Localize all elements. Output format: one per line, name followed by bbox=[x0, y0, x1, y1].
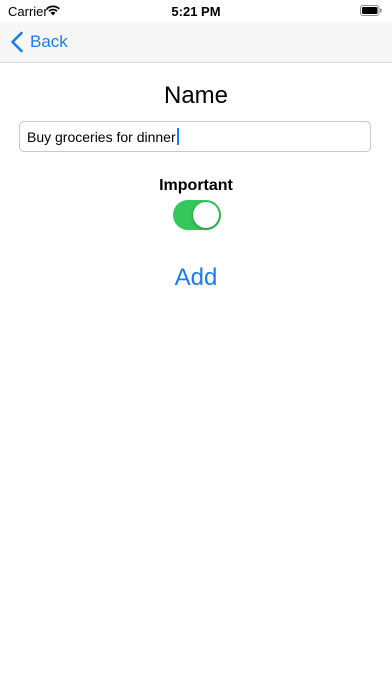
toggle-knob bbox=[193, 202, 219, 228]
text-cursor bbox=[176, 128, 179, 145]
name-field-value: Buy groceries for dinner bbox=[27, 128, 176, 145]
navigation-bar: Back bbox=[0, 22, 392, 63]
status-bar: Carrier 5:21 PM bbox=[0, 0, 392, 22]
back-label: Back bbox=[30, 32, 68, 51]
important-label: Important bbox=[159, 177, 233, 194]
page-title: Name bbox=[163, 82, 229, 109]
battery-icon bbox=[360, 5, 382, 16]
add-button[interactable]: Add bbox=[0, 264, 392, 292]
chevron-left-icon bbox=[11, 31, 23, 53]
important-toggle[interactable] bbox=[173, 200, 221, 230]
name-field[interactable]: Buy groceries for dinner bbox=[19, 121, 371, 152]
status-time: 5:21 PM bbox=[171, 4, 221, 19]
back-button[interactable]: Back bbox=[10, 28, 68, 56]
